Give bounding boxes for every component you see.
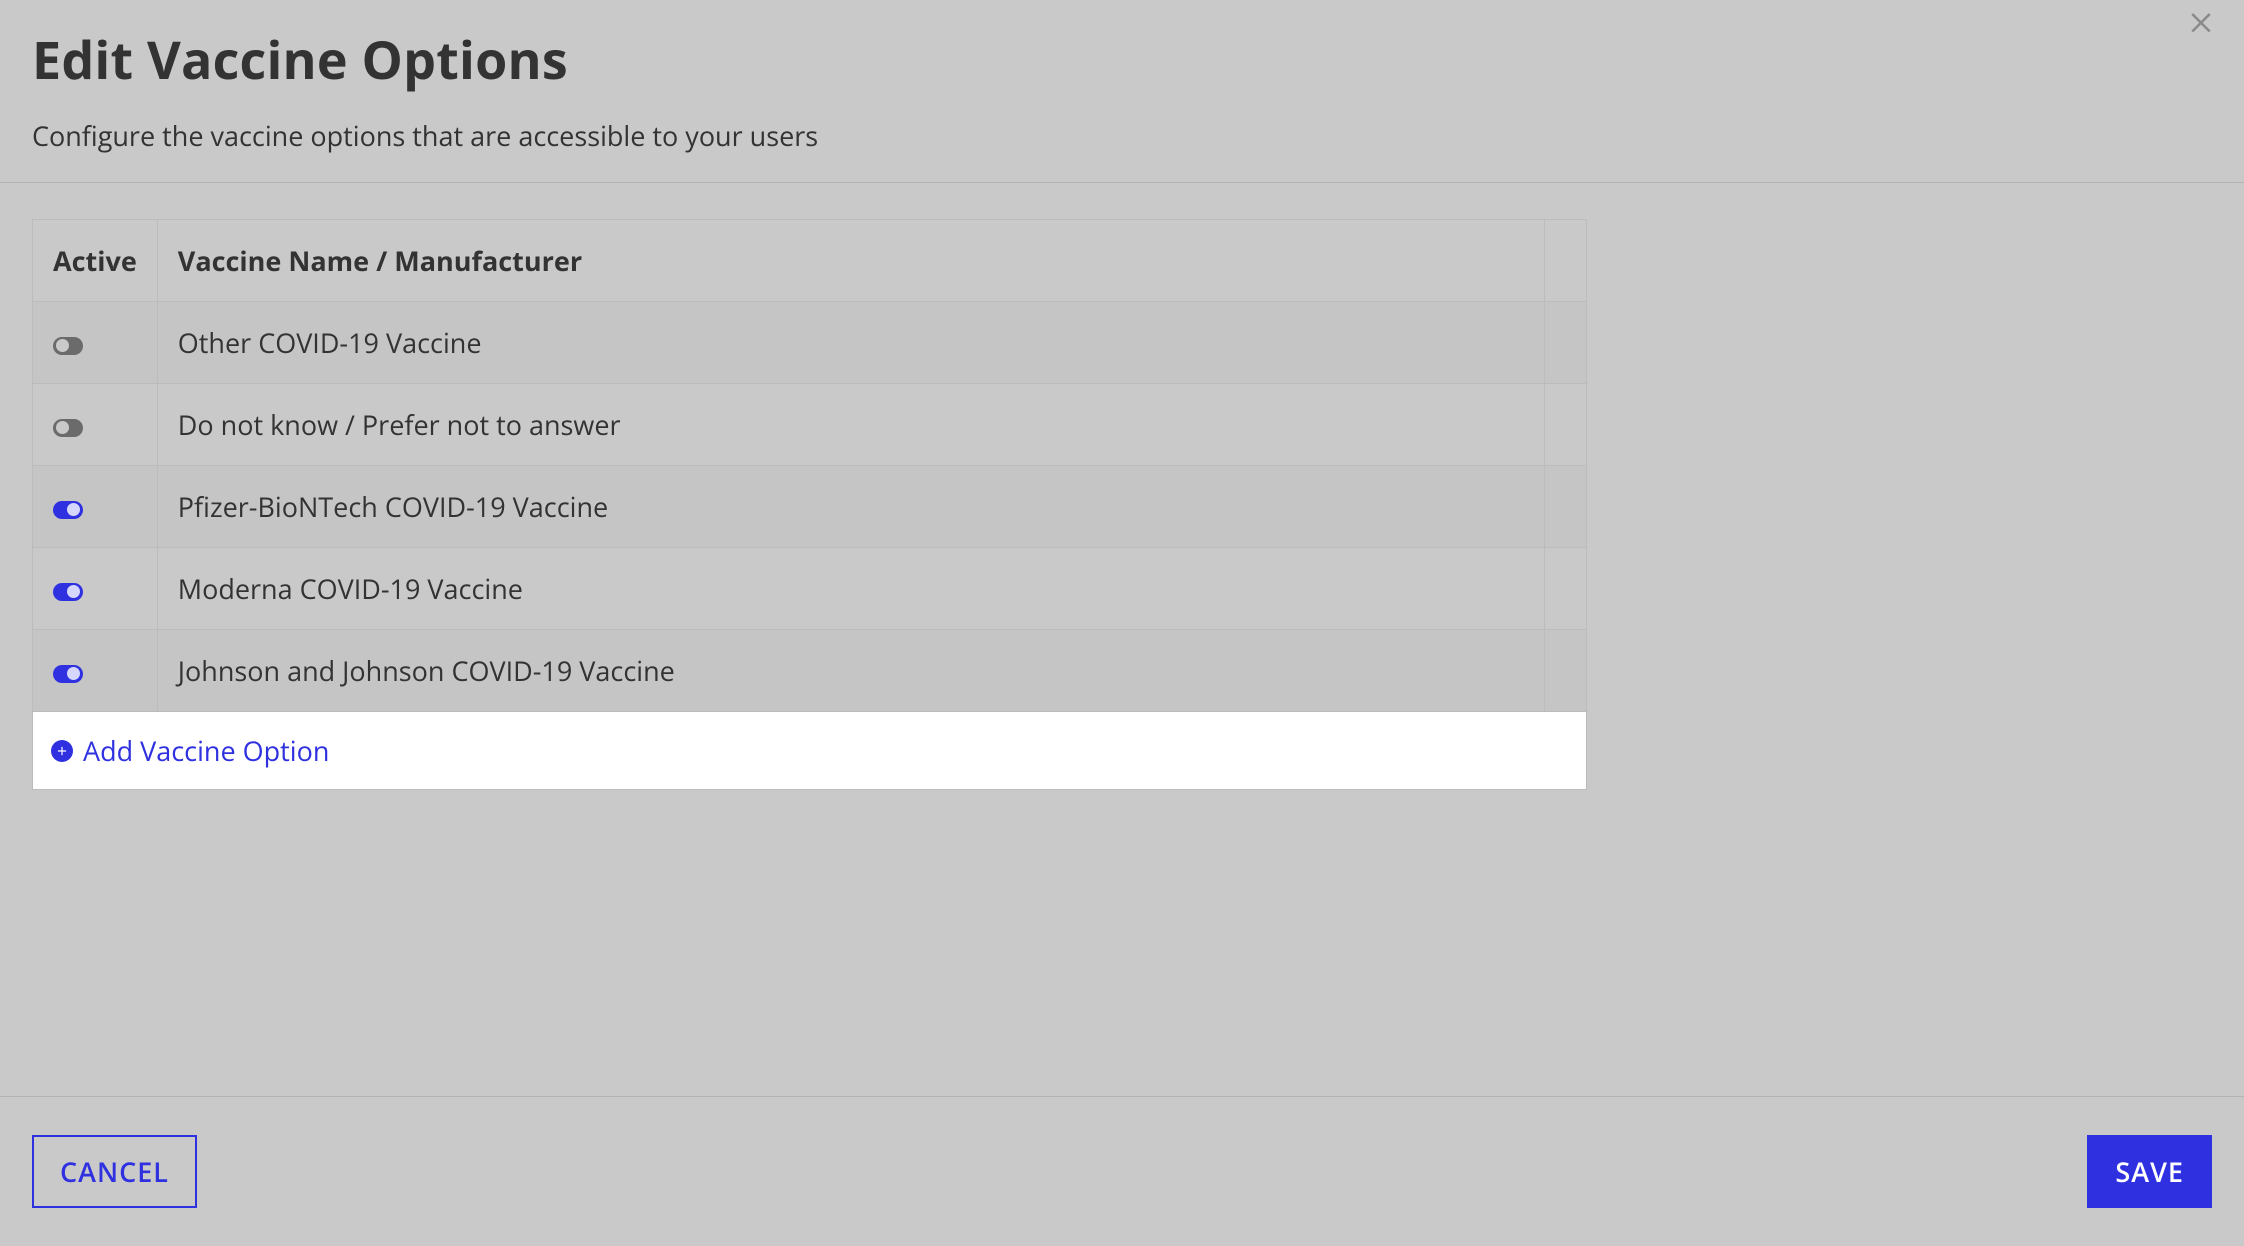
- toggle-knob-icon: [56, 339, 69, 352]
- add-vaccine-option-button[interactable]: Add Vaccine Option: [33, 712, 1586, 789]
- plus-circle-icon: [51, 740, 73, 762]
- active-toggle[interactable]: [53, 665, 83, 683]
- save-button[interactable]: SAVE: [2087, 1135, 2212, 1208]
- table-row: Pfizer-BioNTech COVID-19 Vaccine: [33, 466, 1586, 548]
- active-toggle[interactable]: [53, 419, 83, 437]
- cell-vaccine-name: Other COVID-19 Vaccine: [157, 302, 1544, 384]
- cell-vaccine-name: Johnson and Johnson COVID-19 Vaccine: [157, 630, 1544, 712]
- toggle-knob-icon: [67, 503, 80, 516]
- edit-vaccine-options-modal: Edit Vaccine Options Configure the vacci…: [0, 0, 2244, 1246]
- cancel-button[interactable]: CANCEL: [32, 1135, 197, 1208]
- cell-actions: [1544, 302, 1586, 384]
- active-toggle[interactable]: [53, 583, 83, 601]
- add-vaccine-option-label: Add Vaccine Option: [83, 732, 329, 769]
- cell-active: [33, 548, 157, 630]
- vaccine-options-table-wrap: Active Vaccine Name / Manufacturer Other…: [32, 219, 1587, 790]
- vaccine-options-table: Active Vaccine Name / Manufacturer Other…: [33, 220, 1586, 712]
- cell-active: [33, 302, 157, 384]
- modal-footer: CANCEL SAVE: [0, 1096, 2244, 1246]
- cell-actions: [1544, 466, 1586, 548]
- column-header-name: Vaccine Name / Manufacturer: [157, 220, 1544, 302]
- cell-actions: [1544, 548, 1586, 630]
- cell-vaccine-name: Do not know / Prefer not to answer: [157, 384, 1544, 466]
- table-row: Other COVID-19 Vaccine: [33, 302, 1586, 384]
- cell-actions: [1544, 630, 1586, 712]
- toggle-knob-icon: [56, 421, 69, 434]
- toggle-knob-icon: [67, 667, 80, 680]
- toggle-knob-icon: [67, 585, 80, 598]
- cell-vaccine-name: Pfizer-BioNTech COVID-19 Vaccine: [157, 466, 1544, 548]
- cell-vaccine-name: Moderna COVID-19 Vaccine: [157, 548, 1544, 630]
- cell-active: [33, 384, 157, 466]
- modal-body: Active Vaccine Name / Manufacturer Other…: [0, 183, 2244, 1096]
- close-icon[interactable]: [2186, 6, 2216, 36]
- table-row: Moderna COVID-19 Vaccine: [33, 548, 1586, 630]
- cell-active: [33, 630, 157, 712]
- table-row: Johnson and Johnson COVID-19 Vaccine: [33, 630, 1586, 712]
- modal-subtitle: Configure the vaccine options that are a…: [32, 117, 2212, 154]
- active-toggle[interactable]: [53, 501, 83, 519]
- modal-title: Edit Vaccine Options: [32, 24, 2212, 95]
- cell-active: [33, 466, 157, 548]
- cell-actions: [1544, 384, 1586, 466]
- modal-header: Edit Vaccine Options Configure the vacci…: [0, 0, 2244, 183]
- table-row: Do not know / Prefer not to answer: [33, 384, 1586, 466]
- active-toggle[interactable]: [53, 337, 83, 355]
- column-header-actions: [1544, 220, 1586, 302]
- column-header-active: Active: [33, 220, 157, 302]
